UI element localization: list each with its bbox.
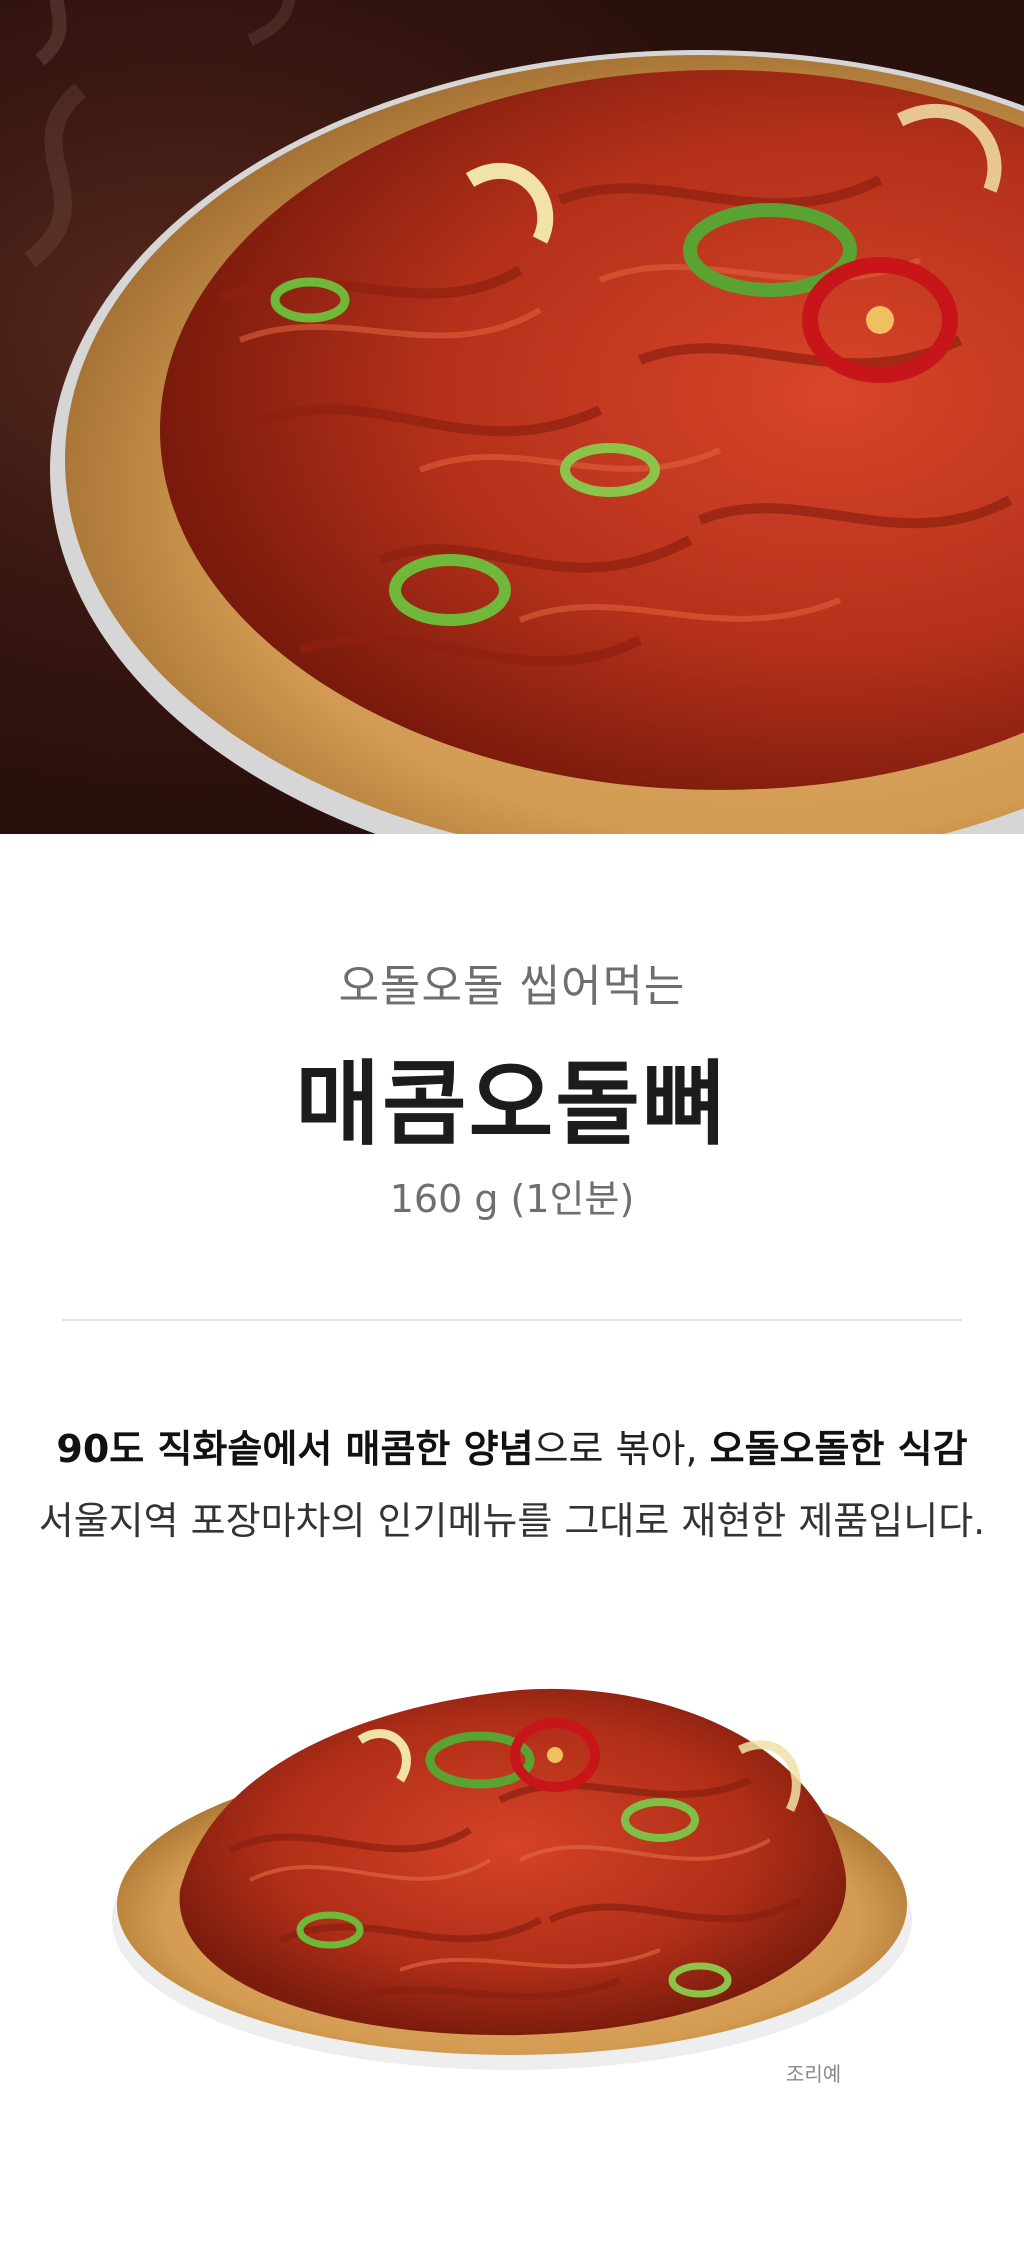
serving-example-photo <box>100 1620 924 2090</box>
product-subtitle: 오돌오돌 씹어먹는 <box>338 961 686 1012</box>
description-highlight-1: 90도 직화솥에서 매콤한 양념 <box>56 1427 534 1471</box>
description-line-1: 90도 직화솥에서 매콤한 양념으로 볶아, 오돌오돌한 식감 <box>0 1418 1024 1473</box>
description-highlight-2: 오돌오돌한 식감 <box>709 1427 968 1471</box>
hero-illustration <box>24 0 1024 834</box>
section-divider <box>62 1319 962 1321</box>
description-text-1: 으로 볶아, <box>533 1427 710 1471</box>
product-title: 매콤오돌뼈 <box>295 1051 729 1158</box>
serving-plate-illustration <box>112 1688 912 2070</box>
product-weight: 160 g (1인분) <box>389 1177 635 1221</box>
hero-food-photo <box>0 0 1024 834</box>
serving-example-caption: 조리예 <box>786 2062 842 2086</box>
description-line-2: 서울지역 포장마차의 인기메뉴를 그대로 재현한 제품입니다. <box>38 1499 986 1543</box>
